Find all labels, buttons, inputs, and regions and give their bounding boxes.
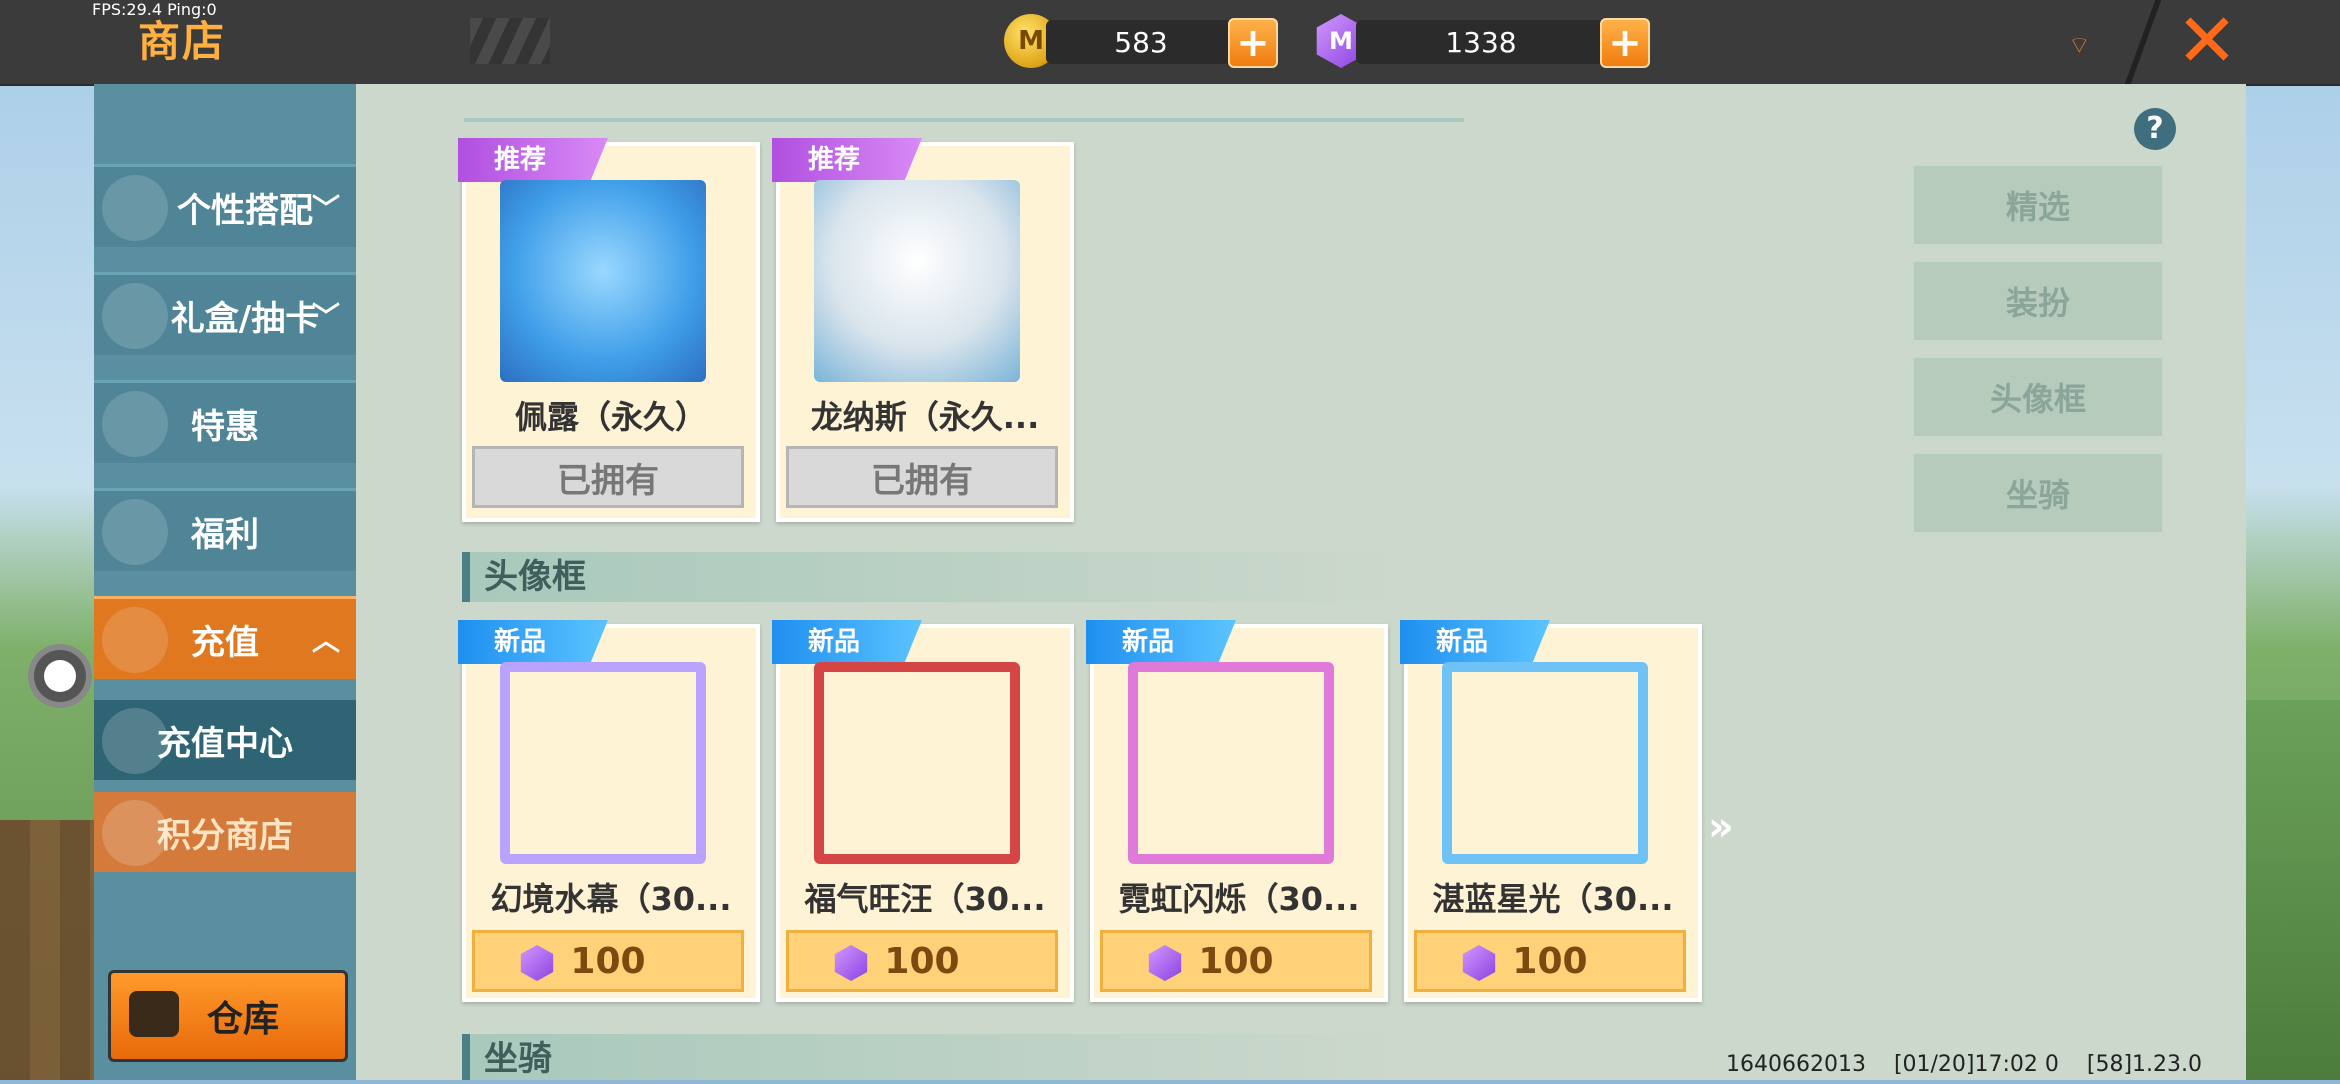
background-blocks-right (2246, 700, 2340, 1080)
product-name: 幻境水幕（30... (490, 880, 732, 918)
help-button[interactable]: ? (2134, 108, 2176, 150)
price-value: 100 (1198, 940, 1274, 982)
product-name: 龙纳斯（永久... (810, 398, 1040, 436)
coins-icon (102, 607, 168, 673)
add-coins-button[interactable]: + (1228, 18, 1278, 68)
build-info: 1640662013 [01/20]17:02 0 [58]1.23.0 (1726, 1052, 2203, 1077)
price-value: 100 (884, 940, 960, 982)
trophy-icon (102, 175, 168, 241)
gem-icon (834, 945, 868, 981)
warehouse-button[interactable]: 仓库 (108, 970, 348, 1062)
add-gems-button[interactable]: + (1600, 18, 1650, 68)
recommend-tag: 推荐 (458, 138, 608, 182)
sidebar-item-deals[interactable]: 特惠 (94, 380, 356, 463)
product-name: 霓虹闪烁（30... (1118, 880, 1360, 918)
header-divider (2124, 0, 2162, 84)
box-icon (102, 391, 168, 457)
coins-icon (102, 708, 168, 774)
product-card[interactable]: 新品 湛蓝星光（30... 100 (1400, 620, 1702, 1002)
frame-preview (500, 662, 706, 864)
recommend-tag: 推荐 (772, 138, 922, 182)
top-bar: FPS:29.4 Ping:0 商店 M 583 + M 1338 + ⌔ ✕ (0, 0, 2340, 86)
wheel-icon (102, 283, 168, 349)
sidebar-item-label: 充值 (191, 622, 259, 663)
sidebar-item-personalize[interactable]: 个性搭配 ﹀ (94, 164, 356, 247)
chevron-down-icon: ﹀ (311, 300, 340, 333)
gem-balance: 1338 (1445, 26, 1517, 59)
new-tag: 新品 (772, 620, 922, 664)
sidebar-item-label: 特惠 (191, 406, 259, 447)
sidebar-subitem-label: 积分商店 (157, 815, 293, 856)
sidebar-subitem-label: 充值中心 (157, 723, 293, 764)
new-tag: 新品 (1086, 620, 1236, 664)
sidebar-item-welfare[interactable]: 福利 (94, 488, 356, 571)
gem-icon (520, 945, 554, 981)
filter-avatar-frames[interactable]: 头像框 (1912, 356, 2164, 438)
background-blocks-left (0, 820, 94, 1080)
sidebar-item-recharge[interactable]: 充值 ︿ (94, 596, 356, 679)
chevron-down-icon: ﹀ (311, 192, 340, 225)
character-portrait (814, 180, 1020, 382)
signal-icon: ⌔ (2068, 31, 2091, 59)
frame-preview (1128, 662, 1334, 864)
sidebar-item-giftbox[interactable]: 礼盒/抽卡 ﹀ (94, 272, 356, 355)
filter-outfits[interactable]: 装扮 (1912, 260, 2164, 342)
product-name: 佩露（永久） (514, 398, 707, 436)
scroll-indicator (464, 118, 1464, 122)
new-tag: 新品 (1400, 620, 1550, 664)
sidebar-subitem-points-store[interactable]: 积分商店 (94, 792, 356, 872)
product-card[interactable]: 推荐 龙纳斯（永久... 已拥有 (772, 138, 1074, 522)
warehouse-label: 仓库 (206, 999, 279, 1040)
character-portrait (500, 180, 706, 382)
new-tag: 新品 (458, 620, 608, 664)
owned-button[interactable]: 已拥有 (786, 446, 1058, 508)
sidebar-item-label: 福利 (191, 514, 259, 555)
page-title: 商店 (138, 17, 227, 66)
next-page-icon[interactable]: » (1708, 804, 1734, 850)
buy-button[interactable]: 100 (1414, 930, 1686, 992)
section-title-mounts: 坐骑 (462, 1034, 1420, 1080)
filter-mounts[interactable]: 坐骑 (1912, 452, 2164, 534)
section-title-frames: 头像框 (462, 552, 1420, 602)
buy-button[interactable]: 100 (786, 930, 1058, 992)
frame-preview (1442, 662, 1648, 864)
gem-icon (1148, 945, 1182, 981)
product-card[interactable]: 新品 霓虹闪烁（30... 100 (1086, 620, 1388, 1002)
product-name: 福气旺汪（30... (804, 880, 1046, 918)
gift-icon (102, 499, 168, 565)
product-name: 湛蓝星光（30... (1432, 880, 1674, 918)
product-card[interactable]: 新品 福气旺汪（30... 100 (772, 620, 1074, 1002)
sidebar-subitem-recharge-center[interactable]: 充值中心 (94, 700, 356, 780)
sidebar-item-label: 个性搭配 (177, 190, 313, 231)
chest-icon (129, 991, 179, 1037)
buy-button[interactable]: 100 (472, 930, 744, 992)
price-value: 100 (570, 940, 646, 982)
points-icon (102, 800, 168, 866)
filter-featured[interactable]: 精选 (1912, 164, 2164, 246)
sidebar-item-label: 礼盒/抽卡 (170, 298, 320, 339)
chevron-up-icon: ︿ (311, 624, 340, 657)
product-card[interactable]: 新品 幻境水幕（30... 100 (458, 620, 760, 1002)
owned-button[interactable]: 已拥有 (472, 446, 744, 508)
decorative-stripe (470, 18, 550, 64)
floating-handle[interactable] (28, 644, 92, 708)
close-button[interactable]: ✕ (2172, 4, 2242, 78)
gem-icon (1462, 945, 1496, 981)
product-card[interactable]: 推荐 佩露（永久） 已拥有 (458, 138, 760, 522)
price-value: 100 (1512, 940, 1588, 982)
frame-preview (814, 662, 1020, 864)
buy-button[interactable]: 100 (1100, 930, 1372, 992)
coin-balance: 583 (1114, 26, 1168, 59)
